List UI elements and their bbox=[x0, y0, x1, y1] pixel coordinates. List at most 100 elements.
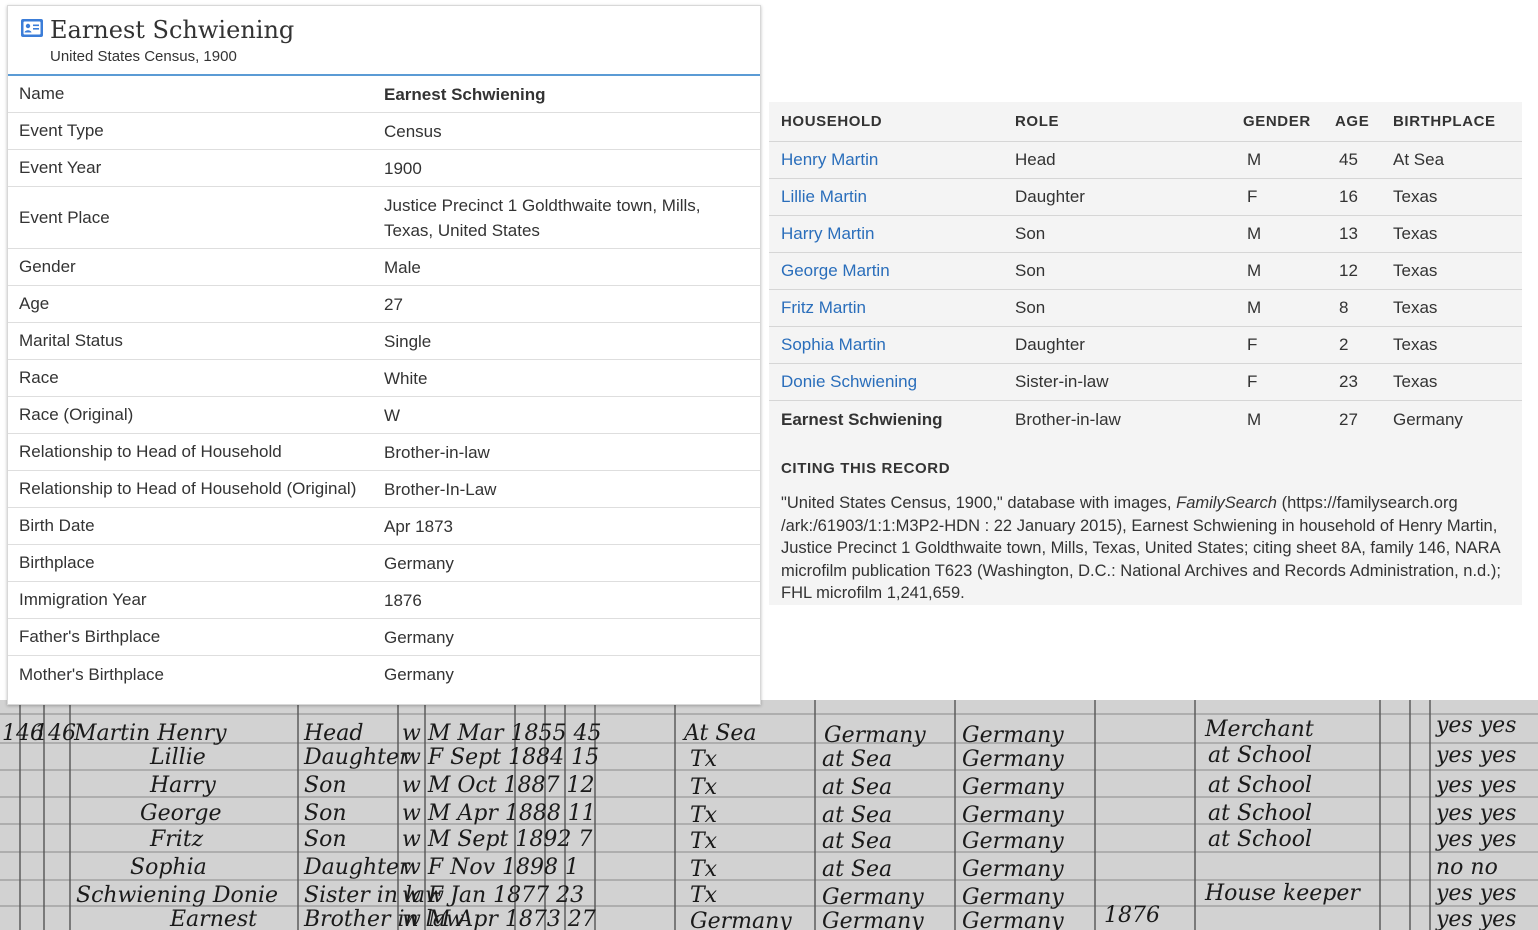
household-member-birthplace: Germany bbox=[1393, 409, 1463, 429]
record-field-label: Birthplace bbox=[19, 553, 95, 572]
census-handwriting: Tx bbox=[690, 829, 718, 854]
household-member-birthplace: Texas bbox=[1393, 187, 1438, 206]
record-field-value: Male bbox=[384, 257, 421, 277]
census-handwriting: Germany bbox=[822, 885, 924, 910]
household-member-current: Earnest Schwiening bbox=[781, 409, 943, 429]
record-field-label: Name bbox=[19, 84, 65, 103]
household-member-role: Daughter bbox=[1015, 187, 1085, 206]
household-member-link[interactable]: Lillie Martin bbox=[781, 187, 867, 206]
citation-text: "United States Census, 1900," database w… bbox=[781, 492, 1509, 605]
record-fields: Name Earnest Schwiening Event Type Census Ev… bbox=[8, 76, 760, 693]
household-member-gender: M bbox=[1247, 409, 1262, 429]
census-handwriting: 146 bbox=[34, 721, 76, 746]
census-handwriting: Tx bbox=[690, 857, 718, 882]
census-handwriting: at Sea bbox=[822, 747, 892, 772]
record-field-row: Gender Male bbox=[8, 249, 760, 286]
column-header-role: ROLE bbox=[1015, 113, 1060, 130]
household-member-link[interactable]: George Martin bbox=[781, 261, 890, 280]
household-member-gender: M bbox=[1247, 224, 1262, 243]
census-handwriting: at School bbox=[1208, 801, 1312, 826]
census-handwriting: Germany bbox=[822, 909, 924, 930]
record-field-label: Event Place bbox=[19, 207, 110, 227]
census-handwriting: Merchant bbox=[1204, 717, 1314, 742]
census-handwriting: Germany bbox=[962, 829, 1064, 854]
census-handwriting: w M Apr 1873 27 bbox=[402, 907, 596, 930]
record-field-value: Apr 1873 bbox=[384, 516, 453, 536]
census-handwriting: yes yes bbox=[1435, 773, 1516, 798]
census-image: 146 146 Martin Henry Head w M Mar 1855 45 At … bbox=[0, 700, 1538, 930]
record-field-row: Event Type Census bbox=[8, 113, 760, 150]
record-field-label: Relationship to Head of Household bbox=[19, 442, 282, 461]
household-row: Lillie Martin Daughter F 16 Texas bbox=[769, 179, 1522, 216]
census-handwriting: Germany bbox=[824, 723, 926, 748]
census-handwriting: Tx bbox=[690, 775, 718, 800]
household-row: Harry Martin Son M 13 Texas bbox=[769, 216, 1522, 253]
household-member-role: Son bbox=[1015, 261, 1046, 280]
household-member-role: Sister-in-law bbox=[1015, 372, 1109, 391]
census-handwriting: no no bbox=[1436, 855, 1498, 880]
census-handwriting: at School bbox=[1208, 743, 1312, 768]
record-field-value: White bbox=[384, 368, 428, 388]
citation-text-start: "United States Census, 1900," database w… bbox=[781, 494, 1177, 512]
household-member-link[interactable]: Sophia Martin bbox=[781, 335, 886, 354]
household-member-link[interactable]: Fritz Martin bbox=[781, 298, 866, 317]
record-field-label: Marital Status bbox=[19, 331, 123, 350]
household-row: Fritz Martin Son M 8 Texas bbox=[769, 290, 1522, 327]
household-member-gender: F bbox=[1247, 335, 1258, 354]
household-row: George Martin Son M 12 Texas bbox=[769, 253, 1522, 290]
household-row: Henry Martin Head M 45 At Sea bbox=[769, 142, 1522, 179]
record-field-label: Mother's Birthplace bbox=[19, 664, 164, 684]
record-card-icon bbox=[21, 19, 43, 37]
record-field-label: Event Year bbox=[19, 158, 102, 177]
census-handwriting: yes yes bbox=[1435, 907, 1516, 930]
record-header: Earnest Schwiening United States Census,… bbox=[8, 6, 760, 76]
record-field-value: Germany bbox=[384, 553, 454, 573]
census-handwriting: Son bbox=[304, 773, 347, 798]
record-field-value: Brother-In-Law bbox=[384, 479, 497, 499]
census-handwriting: at School bbox=[1208, 827, 1312, 852]
household-member-link[interactable]: Harry Martin bbox=[781, 224, 875, 243]
record-field-row: Age 27 bbox=[8, 286, 760, 323]
household-row: Earnest Schwiening Brother-in-law M 27 Germa… bbox=[769, 401, 1522, 438]
household-member-birthplace: Texas bbox=[1393, 335, 1438, 354]
household-member-role: Daughter bbox=[1015, 335, 1085, 354]
record-card: Earnest Schwiening United States Census,… bbox=[7, 5, 761, 705]
household-member-role: Brother-in-law bbox=[1015, 409, 1121, 429]
record-field-value: Earnest Schwiening bbox=[384, 84, 546, 104]
record-field-value: 1900 bbox=[384, 158, 422, 178]
household-member-link[interactable]: Henry Martin bbox=[781, 150, 878, 169]
household-table-header: HOUSEHOLD ROLE GENDER AGE BIRTHPLACE bbox=[769, 102, 1522, 142]
census-handwriting: w M Apr 1888 11 bbox=[402, 801, 596, 826]
household-member-link[interactable]: Donie Schwiening bbox=[781, 372, 917, 391]
household-member-gender: M bbox=[1247, 298, 1262, 317]
record-field-row: Race (Original) W bbox=[8, 397, 760, 434]
household-member-role: Head bbox=[1015, 150, 1056, 169]
household-member-birthplace: Texas bbox=[1393, 372, 1438, 391]
record-field-value: 1876 bbox=[384, 590, 422, 610]
record-field-row: Race White bbox=[8, 360, 760, 397]
census-handwriting: At Sea bbox=[682, 721, 757, 746]
census-handwriting: Daughter bbox=[303, 855, 411, 880]
household-member-age: 27 bbox=[1339, 409, 1358, 429]
household-table-body: Henry Martin Head M 45 At Sea Lillie Martin Da… bbox=[769, 142, 1522, 438]
record-field-row: Event Place Justice Precinct 1 Goldthwait… bbox=[8, 187, 760, 249]
census-handwriting: at Sea bbox=[822, 775, 892, 800]
household-member-birthplace: Texas bbox=[1393, 261, 1438, 280]
household-member-gender: M bbox=[1247, 150, 1262, 169]
census-handwriting: w M Oct 1887 12 bbox=[402, 773, 595, 798]
record-field-label: Race (Original) bbox=[19, 405, 134, 424]
census-sheet-image: 146146Martin Henry Head w M Mar 1855 45 At … bbox=[0, 700, 1538, 930]
household-member-birthplace: At Sea bbox=[1393, 150, 1445, 169]
census-handwriting: Earnest bbox=[169, 907, 257, 930]
census-handwriting: yes yes bbox=[1435, 713, 1516, 738]
census-handwriting: Tx bbox=[690, 747, 718, 772]
household-member-role: Son bbox=[1015, 298, 1046, 317]
census-handwriting: Lillie bbox=[149, 745, 206, 770]
record-field-label: Race bbox=[19, 368, 59, 387]
census-handwriting: Germany bbox=[962, 857, 1064, 882]
census-handwriting: w M Mar 1855 45 bbox=[402, 721, 601, 746]
census-handwriting: yes yes bbox=[1435, 881, 1516, 906]
column-header-gender: GENDER bbox=[1243, 113, 1311, 130]
record-field-row: Birth Date Apr 1873 bbox=[8, 508, 760, 545]
record-field-value: Single bbox=[384, 331, 432, 351]
